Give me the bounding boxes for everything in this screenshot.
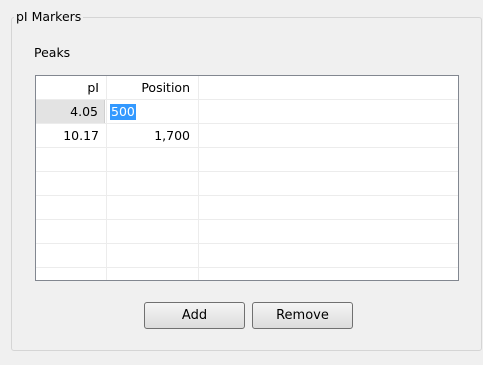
peaks-label: Peaks xyxy=(34,45,71,60)
table-row-empty[interactable] xyxy=(36,244,458,268)
column-divider xyxy=(106,76,107,280)
column-header-pi[interactable]: pI xyxy=(36,76,105,99)
add-button[interactable]: Add xyxy=(144,302,245,329)
column-header-position[interactable]: Position xyxy=(106,76,198,99)
cell-pi[interactable]: 10.17 xyxy=(36,124,105,147)
table-header-row: pI Position xyxy=(36,76,458,100)
column-divider xyxy=(198,76,199,280)
table-row-empty[interactable] xyxy=(36,148,458,172)
table-row[interactable]: 10.17 1,700 xyxy=(36,124,458,148)
position-edit-field[interactable]: 500 xyxy=(110,104,136,120)
table-row[interactable]: 4.05 500 xyxy=(36,100,458,124)
cell-pi[interactable]: 4.05 xyxy=(36,100,105,123)
remove-button[interactable]: Remove xyxy=(252,302,353,329)
peaks-table[interactable]: pI Position 4.05 500 10.17 1,700 xyxy=(35,75,459,281)
table-row-empty[interactable] xyxy=(36,196,458,220)
group-title: pI Markers xyxy=(14,9,84,25)
cell-position[interactable]: 1,700 xyxy=(106,124,198,147)
table-row-empty[interactable] xyxy=(36,172,458,196)
table-row-empty[interactable] xyxy=(36,220,458,244)
